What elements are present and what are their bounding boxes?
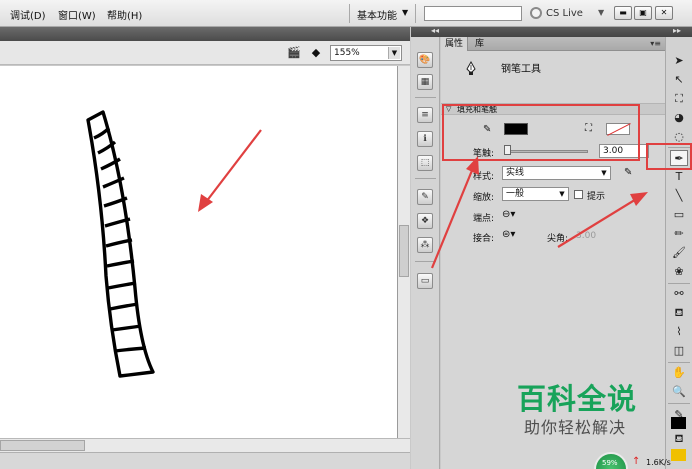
status-badge-text: 59% <box>602 459 618 467</box>
annotation-arrow <box>557 192 648 248</box>
annotation-arrow <box>430 156 479 269</box>
watermark-title: 百科全说 <box>517 382 638 416</box>
watermark-subtitle: 助你轻松解决 <box>524 418 627 437</box>
upload-arrow-icon: ↑ <box>632 456 641 467</box>
network-speed: 1.6K/s <box>646 458 671 467</box>
